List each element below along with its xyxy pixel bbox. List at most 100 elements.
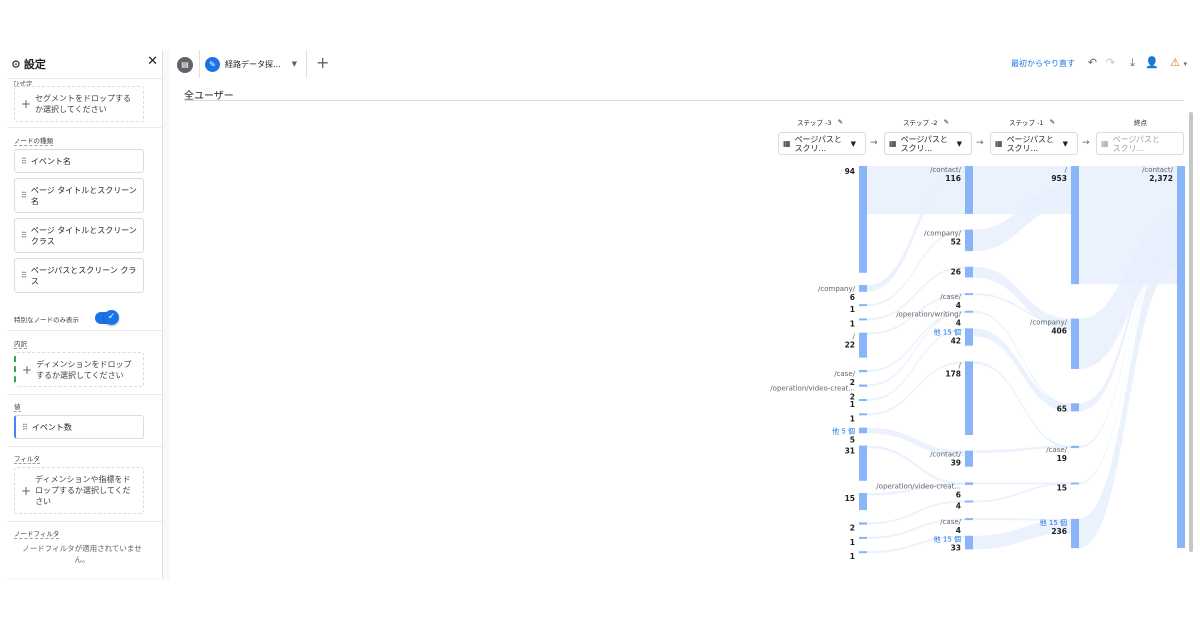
drag-handle-icon[interactable]: ⠿ [21,191,27,200]
tab-path-exploration[interactable]: ✎ 経路データ探... ▼ [199,50,307,78]
node-value: 6 [850,293,855,302]
node-value: 65 [1057,404,1067,413]
path-node[interactable] [1071,518,1079,549]
path-node[interactable] [965,518,973,521]
chevron-down-icon[interactable]: ▼ [292,60,297,68]
node-type-label: ノードの種類 [14,137,53,146]
filter-drop-zone[interactable]: + ディメンションや指標をドロップするか選択してください [14,467,144,514]
drag-handle-icon[interactable]: ⠿ [21,157,27,166]
path-node[interactable] [859,166,867,273]
path-node[interactable] [965,500,973,503]
node-label: /company/ [818,285,856,293]
node-type-chip[interactable]: ⠿ ページ タイトルとスクリーン名 [14,178,144,213]
path-node[interactable] [859,522,867,525]
path-node[interactable] [965,450,973,467]
path-node[interactable] [859,427,867,434]
node-value: 5 [850,436,855,445]
node-type-chip[interactable]: ⠿ ページ タイトルとスクリーン クラス [14,218,144,253]
path-node[interactable] [859,536,867,539]
node-filter-label: ノードフィルタ [14,530,60,539]
node-value: 22 [845,341,855,350]
path-node[interactable] [965,310,973,313]
drag-handle-icon[interactable]: ⠿ [21,271,27,280]
document-icon[interactable]: ▤ [177,57,193,73]
path-node[interactable] [859,445,867,481]
path-node[interactable] [965,166,973,214]
plus-icon: + [21,97,32,111]
path-node[interactable] [859,384,867,387]
node-label: /operation/video-creat... [770,384,855,392]
node-value: 39 [951,459,961,468]
node-value: 94 [845,167,855,176]
node-value: 6 [956,490,961,499]
path-node[interactable] [859,369,867,373]
node-value: 1 [850,400,855,409]
close-icon[interactable]: ✕ [147,54,158,69]
path-node[interactable] [859,318,867,321]
redo-icon[interactable]: ↷ [1106,56,1115,69]
more-nodes-link[interactable]: 他 15 個 [1040,518,1067,527]
more-nodes-link[interactable]: 他 5 個 [832,427,855,436]
app-window: ⚙ 設定 ✕ ひ式定 + セグメントをドロップするか選択してください ノードの種… [7,50,1193,580]
node-value: 1 [850,305,855,314]
settings-title: ⚙ 設定 [11,57,46,72]
path-node[interactable] [965,361,973,435]
more-nodes-link[interactable]: 他 15 個 [934,535,961,544]
node-value: 2,372 [1149,174,1173,183]
node-value: 52 [951,238,961,247]
value-chip[interactable]: ⠿ イベント数 [14,415,144,439]
node-label: /contact/ [930,451,962,459]
pencil-icon: ✎ [205,56,220,72]
path-node[interactable] [965,482,973,485]
download-icon[interactable]: ⤓ [1130,56,1135,70]
warning-icon[interactable]: ⚠ ▾ [1170,56,1187,69]
vertical-scrollbar[interactable] [1189,112,1193,552]
path-node[interactable] [859,399,867,402]
path-node[interactable] [859,493,867,511]
path-node[interactable] [859,413,867,416]
drag-handle-icon[interactable]: ⠿ [22,423,28,432]
drag-handle-icon[interactable]: ⠿ [21,231,27,240]
path-node[interactable] [1177,166,1185,548]
node-label: /contact/ [1142,166,1174,174]
add-tab-icon[interactable]: + [316,53,329,72]
more-nodes-link[interactable]: 他 15 個 [934,327,961,336]
undo-icon[interactable]: ↶ [1088,56,1097,69]
path-node[interactable] [859,332,867,358]
exploration-canvas: 全ユーザー ステップ -3 ✎ ステップ -2 ✎ ステップ -1 ✎ 終点 ▦ ペー… [170,78,1193,580]
path-node[interactable] [965,293,973,296]
node-label: /company/ [1030,319,1068,327]
unique-nodes-toggle[interactable]: ✓ [95,310,119,325]
path-node[interactable] [859,304,867,307]
node-type-chip[interactable]: ⠿ イベント名 [14,149,144,173]
path-node[interactable] [859,285,867,292]
check-icon: ✓ [104,310,119,325]
path-node[interactable] [1071,403,1079,412]
node-filter-empty-text: ノードフィルタが適用されていません。 [22,544,142,564]
path-node[interactable] [1071,482,1079,485]
node-value: 1 [850,552,855,561]
node-value: 4 [956,501,961,510]
path-node[interactable] [965,229,973,252]
plus-icon: + [21,483,32,498]
node-value: 26 [951,268,961,277]
path-node[interactable] [1071,318,1079,369]
path-node[interactable] [965,535,973,550]
node-label: /case/ [940,518,961,526]
path-node[interactable] [1071,166,1079,285]
share-user-icon[interactable]: 👤 [1145,56,1159,69]
breakdown-drop-zone[interactable]: + ディメンションをドロップするか選択してください [14,352,144,387]
node-type-chip[interactable]: ⠿ ページパスとスクリーン クラス [14,258,144,293]
node-value: 1 [850,414,855,423]
node-value: 178 [945,369,961,378]
segment-drop-zone[interactable]: + セグメントをドロップするか選択してください [14,86,144,122]
path-node[interactable] [859,551,867,554]
path-node[interactable] [965,266,973,278]
restart-button[interactable]: 最初からやり直す [1011,58,1075,69]
path-sankey-chart: 94/company/6 1 1 /22/case/2/operation/video… [770,166,1185,561]
node-value: 19 [1057,454,1067,463]
node-value: 4 [956,526,961,535]
unique-nodes-label: 特別なノードのみ表示 [14,316,79,324]
path-node[interactable] [965,328,973,346]
path-node[interactable] [1071,445,1079,449]
